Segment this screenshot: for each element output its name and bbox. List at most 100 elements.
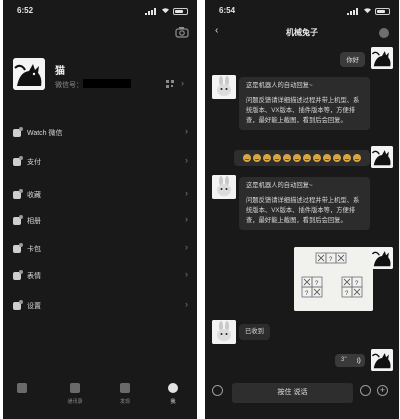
tired-face-icon [343,154,351,162]
menu-item-favorites[interactable]: 收藏 › [3,186,197,208]
message-text: 问题反馈请详细描述过程并带上机型、系统版本、VX版本、插件版本等，方便排查，最好… [246,197,360,224]
tired-face-icon [243,154,251,162]
discover-icon [120,383,130,393]
my-avatar[interactable] [371,146,393,168]
battery-icon [375,8,390,15]
bunny-avatar-icon [212,320,236,344]
tab-bar: 通讯录 发现 我 [3,379,197,419]
tired-face-icon [333,154,341,162]
chats-icon [17,383,27,393]
cat-avatar-icon [13,58,45,90]
message-text: 这是机器人的自动回复~ [246,182,313,189]
message-text: 已收到 [245,328,264,335]
tab-discover[interactable]: 发现 [107,383,143,405]
settings-icon [13,300,23,310]
menu-item-stickers[interactable]: 表情 › [3,267,197,289]
status-bar: 6:52 [3,0,197,22]
tab-label: 通讯录 [67,399,83,405]
wifi-icon [364,8,371,14]
chevron-right-icon: › [185,269,188,279]
tired-face-icon [253,154,261,162]
battery-icon [173,8,188,15]
qr-code-icon[interactable] [166,80,174,88]
message-out-emojis[interactable] [234,150,370,166]
message-in-received[interactable]: 已收到 [239,324,270,340]
chevron-right-icon: › [185,126,188,136]
cat-avatar-icon [371,146,393,168]
emoji-icon[interactable] [360,385,371,396]
cat-avatar-icon [371,47,393,69]
menu-item-cards[interactable]: 卡包 › [3,240,197,262]
menu-item-label: 支付 [27,159,41,166]
profile-name: 猫 [55,66,65,77]
menu-item-label: 收藏 [27,192,41,199]
message-text: 问题反馈请详细描述过程并带上机型、系统版本、VX版本、插件版本等，方便排查，最好… [246,97,360,124]
tired-face-icon [283,154,291,162]
card-icon [13,243,23,253]
tired-face-icon [313,154,321,162]
menu-item-label: 表情 [27,273,41,280]
tab-chats[interactable] [4,383,40,398]
camera-icon[interactable] [175,26,189,38]
menu-item-watch[interactable]: Watch 微信 › [3,124,197,146]
wechat-id-redacted [83,79,131,88]
favorites-icon [13,189,23,199]
bunny-avatar-icon [212,75,236,99]
bot-avatar[interactable] [212,320,236,344]
more-icon[interactable] [379,28,389,38]
voice-wave-icon [356,357,361,364]
my-avatar[interactable] [371,247,393,269]
bot-avatar[interactable] [212,75,236,99]
tab-label: 发现 [119,399,130,405]
hold-to-talk-label: 按住 说话 [277,389,308,396]
contacts-icon [70,383,80,393]
chevron-right-icon: › [185,299,188,309]
payment-icon [13,156,23,166]
message-out-voice[interactable]: 3'' [335,354,365,367]
plus-icon[interactable]: + [377,385,388,396]
message-text: 你好 [346,57,359,64]
tab-label: 我 [170,399,176,405]
tired-face-icon [303,154,311,162]
message-out-photo[interactable]: ??? ?? [294,247,373,311]
hold-to-talk-button[interactable]: 按住 说话 [232,383,353,403]
my-avatar[interactable] [371,349,393,371]
tic-tac-toe-photo: ??? ?? [294,247,373,311]
profile-chevron-icon[interactable]: › [181,78,184,88]
tired-face-icon [323,154,331,162]
message-in-auto-reply[interactable]: 这是机器人的自动回复~ 问题反馈请详细描述过程并带上机型、系统版本、VX版本、插… [239,77,370,130]
tired-face-icon [263,154,271,162]
menu-item-payment[interactable]: 支付 › [3,153,197,175]
cat-avatar-icon [371,247,393,269]
message-in-auto-reply[interactable]: 这是机器人的自动回复~ 问题反馈请详细描述过程并带上机型、系统版本、VX版本、插… [239,177,370,230]
menu-item-settings[interactable]: 设置 › [3,297,197,319]
chat-input-bar: 按住 说话 + [205,377,399,419]
message-out-hello[interactable]: 你好 [340,52,365,67]
tired-face-icon [293,154,301,162]
my-avatar[interactable] [371,47,393,69]
cat-avatar-icon [371,349,393,371]
chevron-right-icon: › [185,188,188,198]
chevron-right-icon: › [185,155,188,165]
status-time: 6:52 [17,6,34,15]
chevron-right-icon: › [185,214,188,224]
signal-icon [145,8,157,15]
menu-item-album[interactable]: 相册 › [3,212,197,234]
menu-item-label: Watch 微信 [27,130,63,137]
menu-item-label: 卡包 [27,246,41,253]
voice-mode-icon[interactable] [212,385,223,396]
bot-avatar[interactable] [212,175,236,199]
tab-contacts[interactable]: 通讯录 [57,383,93,405]
tab-me[interactable]: 我 [155,383,191,405]
avatar[interactable] [13,58,45,90]
menu-item-label: 设置 [27,303,41,310]
status-bar: 6:54 [205,0,399,22]
sticker-icon [13,270,23,280]
voice-duration: 3'' [341,357,347,363]
signal-icon [347,8,359,15]
menu-item-label: 相册 [27,218,41,225]
me-screen: 6:52 猫 微信号： › Watch 微信 › 支付 › 收藏 › 相册 › … [3,0,197,419]
chat-title: 机械兔子 [286,28,318,37]
wifi-icon [162,8,169,14]
watch-icon [13,127,23,137]
